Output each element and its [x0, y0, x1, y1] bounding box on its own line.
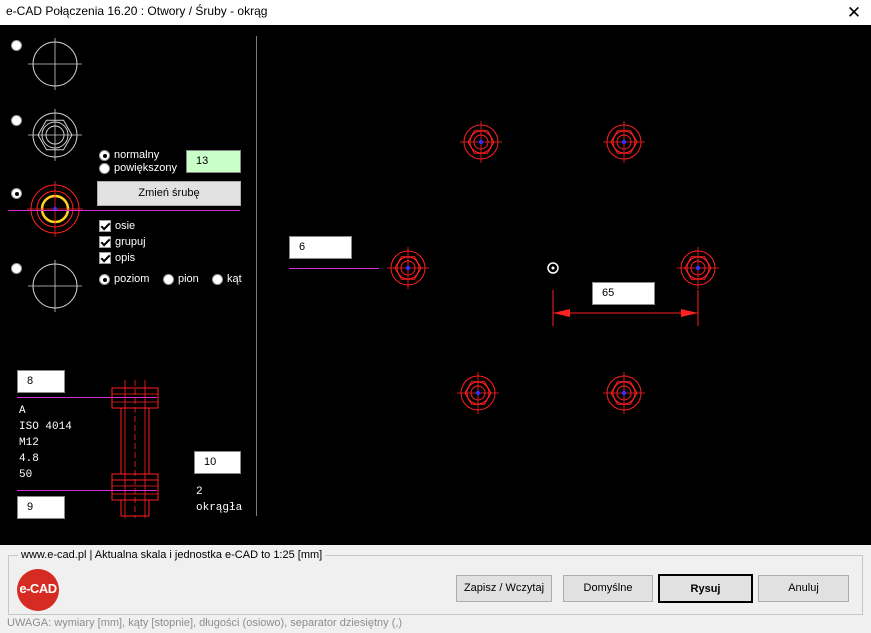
ecad-logo: e-CAD: [17, 569, 59, 611]
bolt-count-label: 2: [196, 486, 203, 498]
hole-type-radio-axes-only[interactable]: [11, 263, 22, 274]
panel-divider: [256, 36, 257, 516]
size-normal-radio[interactable]: [99, 150, 110, 161]
orientation-horizontal-label: poziom: [114, 273, 150, 285]
size-enlarged-label: powiększony: [114, 162, 177, 174]
bolt-spec-line-2: ISO 4014: [19, 421, 72, 433]
bolt-count-shape-label: okrągła: [196, 502, 243, 514]
bolt-pattern-drawing: [386, 120, 720, 415]
draw-button[interactable]: Rysuj: [658, 574, 753, 603]
hole-size-field[interactable]: 13: [186, 150, 241, 173]
orientation-vertical-label: pion: [178, 273, 199, 285]
bolt-top-offset-field[interactable]: 8: [17, 370, 65, 393]
bolt-spec-line-3: M12: [19, 437, 39, 449]
bolt-spec-line-4: 4.8: [19, 453, 39, 465]
pattern-diameter-field[interactable]: 65: [592, 282, 655, 305]
axes-checkbox[interactable]: [99, 220, 111, 232]
group-label: grupuj: [115, 236, 146, 248]
title-bar: e-CAD Połączenia 16.20 : Otwory / Śruby …: [0, 0, 871, 25]
bolt-symbol-bottom-right: [602, 371, 646, 415]
bolt-spec-line-5: 50: [19, 469, 33, 481]
orientation-horizontal-radio[interactable]: [99, 274, 110, 285]
dimension-arrow-left: [553, 309, 570, 317]
hole-type-radio-highlighted[interactable]: [11, 188, 22, 199]
size-normal-label: normalny: [114, 149, 160, 161]
bolt-bottom-axis-line: [17, 490, 157, 491]
units-note: UWAGA: wymiary [mm], kąty [stopnie], dłu…: [7, 617, 403, 629]
close-icon[interactable]: ✕: [837, 0, 871, 25]
hole-count-field[interactable]: 6: [289, 236, 352, 259]
size-enlarged-radio[interactable]: [99, 163, 110, 174]
description-label: opis: [115, 252, 136, 264]
bolt-spec-line-1: A: [19, 405, 26, 417]
bolt-symbol-top-left: [459, 120, 503, 164]
window-title: e-CAD Połączenia 16.20 : Otwory / Śruby …: [6, 4, 268, 18]
defaults-button[interactable]: Domyślne: [563, 575, 653, 602]
bolt-side-view-icon: [111, 380, 159, 518]
bolt-symbol-top-right: [602, 120, 646, 164]
bolt-bottom-value-field[interactable]: 9: [17, 496, 65, 519]
cancel-button[interactable]: Anuluj: [758, 575, 849, 602]
orientation-vertical-radio[interactable]: [163, 274, 174, 285]
hole-highlighted-icon: [27, 181, 83, 237]
orientation-angle-label: kąt: [227, 273, 242, 285]
axis-line: [8, 210, 240, 211]
footer-caption: www.e-cad.pl | Aktualna skala i jednostk…: [18, 549, 326, 561]
bolt-right-value-field[interactable]: 10: [194, 451, 241, 474]
hole-axes-only-icon: [28, 260, 82, 312]
bolt-symbol-right: [676, 246, 720, 290]
change-bolt-button[interactable]: Zmień śrubę: [97, 181, 241, 206]
bolt-symbol-left: [386, 246, 430, 290]
group-checkbox[interactable]: [99, 236, 111, 248]
description-checkbox[interactable]: [99, 252, 111, 264]
dimension-arrow-right: [681, 309, 698, 317]
bolt-symbol-bottom-left: [456, 371, 500, 415]
save-load-button[interactable]: Zapisz / Wczytaj: [456, 575, 552, 602]
hole-plain-icon: [28, 38, 82, 90]
axes-label: osie: [115, 220, 136, 232]
hole-type-radio-bolt-nut[interactable]: [11, 115, 22, 126]
hole-bolt-nut-icon: [28, 109, 82, 161]
pattern-axis-line: [289, 268, 379, 269]
ecad-logo-text: e-CAD: [19, 581, 57, 596]
hole-type-radio-plain[interactable]: [11, 40, 22, 51]
orientation-angle-radio[interactable]: [212, 274, 223, 285]
